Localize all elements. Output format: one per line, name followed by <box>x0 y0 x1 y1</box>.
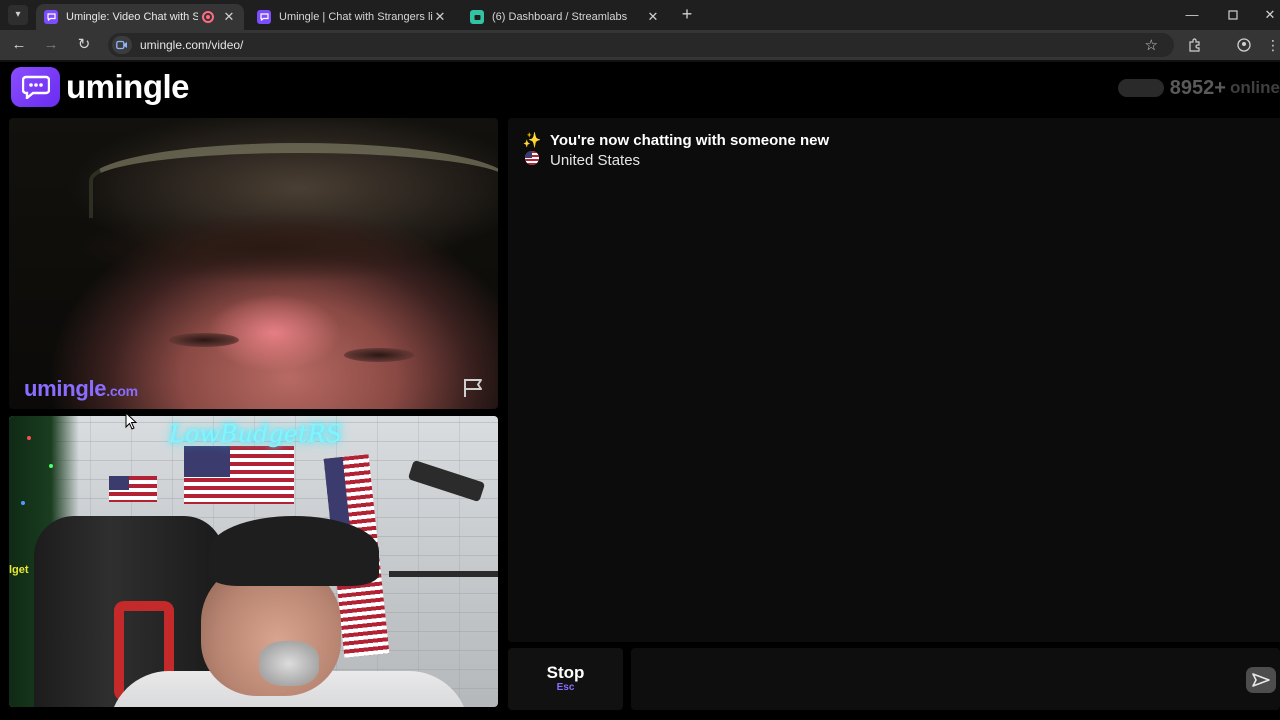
browser-tab-bar: ▾ Umingle: Video Chat with St ✕ Umingle … <box>0 0 1280 30</box>
small-american-flag <box>109 476 157 502</box>
send-icon <box>1252 673 1270 687</box>
person-cap <box>209 516 379 586</box>
umingle-favicon-icon <box>44 10 58 24</box>
extensions-icon[interactable] <box>1186 36 1204 54</box>
tab-search-icon[interactable]: ▾ <box>8 5 28 25</box>
tab-umingle-video[interactable]: Umingle: Video Chat with St ✕ <box>36 4 244 30</box>
self-video: lget LowBudgetRS <box>9 416 498 707</box>
tree-light <box>49 464 53 468</box>
message-input[interactable] <box>631 648 1280 710</box>
streamlabs-favicon-icon <box>470 10 484 24</box>
neon-sign: LowBudgetRS <box>169 420 343 448</box>
bookmark-star-icon[interactable]: ☆ <box>1145 36 1158 54</box>
chat-panel: ✨ You're now chatting with someone new U… <box>508 118 1280 642</box>
tab-close-icon[interactable]: ✕ <box>646 9 660 25</box>
browser-toolbar: ← → ↻ umingle.com/video/ ☆ ⋮ <box>0 30 1280 60</box>
umingle-logo[interactable]: umingle <box>11 67 190 107</box>
chat-controls: Stop Esc <box>508 648 1280 710</box>
logo-text: umingle <box>66 68 190 105</box>
person-beard <box>259 641 319 686</box>
video-site-icon[interactable] <box>112 36 132 54</box>
umingle-page: umingle 8952+ online umingle.com lget Lo… <box>0 62 1280 720</box>
chat-message: ✨ You're now chatting with someone new <box>522 131 830 150</box>
close-icon[interactable]: ✕ <box>1261 6 1279 24</box>
menu-icon[interactable]: ⋮ <box>1266 36 1280 54</box>
eye-shape <box>344 348 414 362</box>
tree-light <box>21 501 25 505</box>
american-flag <box>184 446 294 504</box>
stranger-video: umingle.com <box>9 118 498 409</box>
chat-message: United States <box>522 151 640 169</box>
stop-label: Stop <box>546 663 585 682</box>
umingle-watermark: umingle.com <box>24 376 138 402</box>
maximize-icon[interactable] <box>1224 6 1242 24</box>
reload-icon[interactable]: ↻ <box>75 36 93 54</box>
url-text[interactable]: umingle.com/video/ <box>140 38 243 52</box>
tab-close-icon[interactable]: ✕ <box>433 9 447 25</box>
umingle-favicon-icon <box>257 10 271 24</box>
mouse-cursor-icon <box>125 412 137 430</box>
back-icon[interactable]: ← <box>10 36 28 54</box>
tab-title: Umingle | Chat with Strangers li <box>279 11 433 23</box>
stop-button[interactable]: Stop Esc <box>508 648 623 710</box>
tab-close-icon[interactable]: ✕ <box>222 9 236 25</box>
watermark-brand: umingle <box>24 376 107 401</box>
minimize-icon[interactable]: — <box>1183 6 1201 24</box>
eye-shape <box>169 333 239 347</box>
online-toggle[interactable] <box>1117 79 1164 97</box>
online-count: 8952+ <box>1169 76 1226 99</box>
send-button[interactable] <box>1246 667 1276 693</box>
side-sign-text: lget <box>9 564 29 576</box>
report-flag-icon[interactable] <box>462 377 486 399</box>
stop-hotkey: Esc <box>556 682 575 693</box>
tab-streamlabs[interactable]: (6) Dashboard / Streamlabs ✕ <box>462 4 668 30</box>
recording-indicator-icon <box>202 11 214 23</box>
profile-icon[interactable] <box>1233 36 1255 54</box>
us-flag-icon <box>522 151 542 169</box>
online-label: online <box>1229 78 1280 97</box>
chat-message-text: You're now chatting with someone new <box>550 131 830 149</box>
address-bar[interactable]: umingle.com/video/ ☆ <box>108 33 1174 57</box>
sparkles-icon: ✨ <box>522 132 542 149</box>
cap-shape <box>89 143 498 218</box>
hair-shape <box>69 213 469 283</box>
new-tab-icon[interactable]: + <box>678 5 696 23</box>
chat-message-text: United States <box>550 151 641 169</box>
forward-icon[interactable]: → <box>42 36 60 54</box>
tab-title: Umingle: Video Chat with St <box>66 11 198 23</box>
chat-bubble-logo-icon <box>11 67 60 107</box>
watermark-suffix: .com <box>106 383 138 399</box>
wall-shelf <box>389 571 498 577</box>
tree-light <box>27 436 31 440</box>
tab-title: (6) Dashboard / Streamlabs <box>492 11 628 23</box>
tab-umingle-chat[interactable]: Umingle | Chat with Strangers li ✕ <box>249 4 455 30</box>
online-counter: 8952+ online <box>1117 76 1280 100</box>
